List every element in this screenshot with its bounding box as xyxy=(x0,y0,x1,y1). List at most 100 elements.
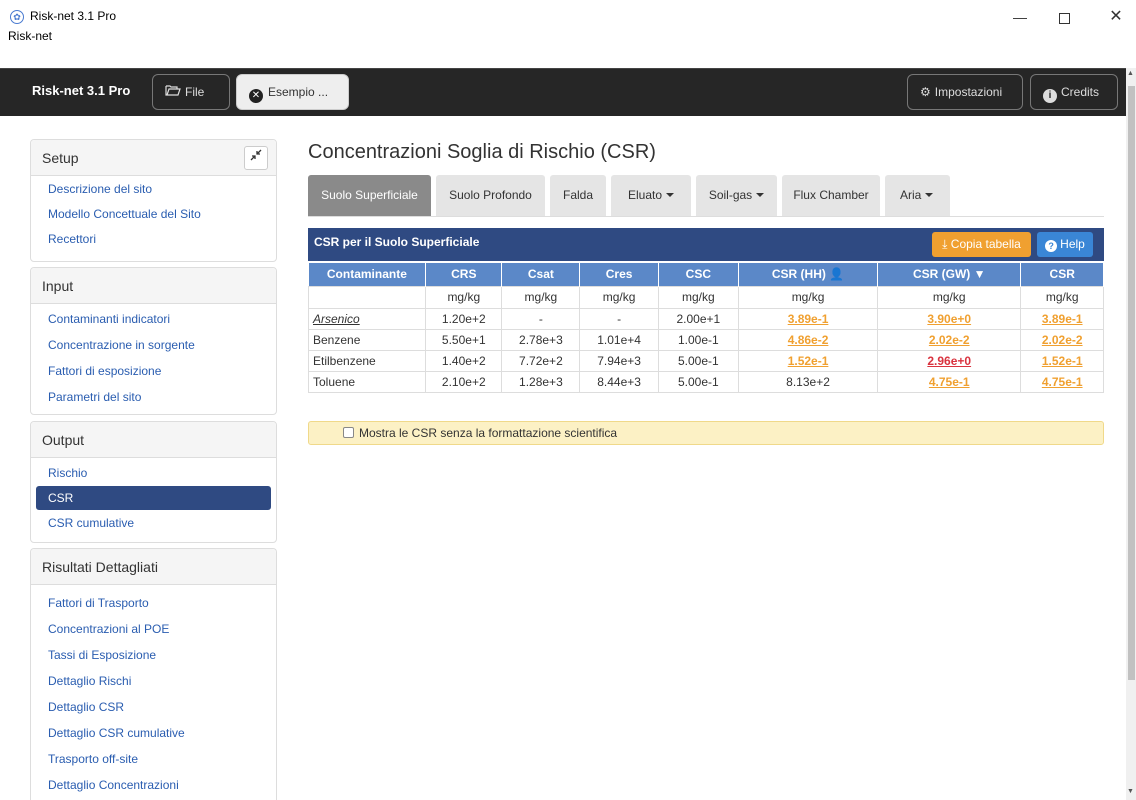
sidebar-item-dettaglio-concentrazioni[interactable]: Dettaglio Concentrazioni xyxy=(31,772,276,798)
maximize-button[interactable] xyxy=(1044,4,1084,30)
unit-cell: mg/kg xyxy=(738,285,879,309)
col-header: CSC xyxy=(658,263,740,286)
sidebar-item-concentrazioni-poe[interactable]: Concentrazioni al POE xyxy=(31,616,276,642)
csr-value-link[interactable]: 3.90e+0 xyxy=(927,312,971,326)
sidebar-item-descrizione[interactable]: Descrizione del sito xyxy=(31,176,276,202)
tab-aria[interactable]: Aria xyxy=(885,175,950,216)
sidebar-item-modello[interactable]: Modello Concettuale del Sito xyxy=(31,202,276,227)
csr-value-link[interactable]: 2.02e-2 xyxy=(929,333,970,347)
table-cell: 1.28e+3 xyxy=(501,370,581,393)
sidebar-item-fattori-trasporto[interactable]: Fattori di Trasporto xyxy=(31,590,276,616)
output-panel: Output Rischio CSR CSR cumulative xyxy=(30,421,277,543)
credits-label: Credits xyxy=(1061,85,1100,99)
sidebar-item-dettaglio-csr[interactable]: Dettaglio CSR xyxy=(31,694,276,720)
tab-eluato-label: Eluato xyxy=(627,188,663,202)
contaminant-cell: Toluene xyxy=(307,370,427,393)
unit-cell: mg/kg xyxy=(877,285,1022,309)
csr-value-link[interactable]: 4.86e-2 xyxy=(788,333,829,347)
sidebar-item-concentrazione[interactable]: Concentrazione in sorgente xyxy=(31,332,276,358)
table-cell: 8.44e+3 xyxy=(579,370,659,393)
table-row: Benzene 5.50e+1 2.78e+3 1.01e+4 1.00e-1 … xyxy=(307,328,1104,351)
sidebar-item-csr-cumulative[interactable]: CSR cumulative xyxy=(31,510,276,536)
risultati-panel-header: Risultati Dettagliati xyxy=(31,549,276,585)
app-icon: ✿ xyxy=(10,10,24,24)
csr-value-link[interactable]: 1.52e-1 xyxy=(1042,354,1083,368)
menu-risk-net[interactable]: Risk-net xyxy=(8,29,52,43)
table-cell: 1.00e-1 xyxy=(657,328,740,351)
file-button[interactable]: File xyxy=(152,74,230,110)
table-title: CSR per il Suolo Superficiale xyxy=(314,235,480,249)
col-header: Csat xyxy=(501,263,581,286)
tab-bar: Suolo Superficiale Suolo Profondo Falda … xyxy=(308,175,1104,217)
table-row: Etilbenzene 1.40e+2 7.72e+2 7.94e+3 5.00… xyxy=(307,349,1104,372)
tab-aria-label: Aria xyxy=(900,188,922,202)
table-cell: 1.52e-1 xyxy=(738,349,879,372)
unit-cell: mg/kg xyxy=(501,285,581,309)
help-button[interactable]: ? Help xyxy=(1037,232,1093,257)
tab-falda[interactable]: Falda xyxy=(550,175,606,216)
csr-value-link[interactable]: 2.02e-2 xyxy=(1042,333,1083,347)
tab-flux-chamber[interactable]: Flux Chamber xyxy=(782,175,880,216)
sidebar-item-rischio[interactable]: Rischio xyxy=(31,460,276,486)
table-cell: 8.13e+2 xyxy=(738,370,879,393)
caret-down-icon xyxy=(666,193,675,197)
table-cell: 3.90e+0 xyxy=(877,307,1022,330)
sidebar-item-fattori-esposizione[interactable]: Fattori di esposizione xyxy=(31,358,276,384)
esempio-button[interactable]: ✕ Esempio ... xyxy=(236,74,349,110)
folder-open-icon xyxy=(165,75,181,109)
csr-value-link[interactable]: 4.75e-1 xyxy=(929,375,970,389)
close-button[interactable]: ✕ xyxy=(1096,4,1136,30)
question-icon: ? xyxy=(1045,240,1058,252)
table-cell: 2.96e+0 xyxy=(877,349,1022,372)
csr-value-link[interactable]: 3.89e-1 xyxy=(1042,312,1083,326)
scroll-down-arrow-icon[interactable]: ▼ xyxy=(1127,788,1134,795)
sidebar-item-dettaglio-csr-cumulative[interactable]: Dettaglio CSR cumulative xyxy=(31,720,276,746)
table-cell: 3.89e-1 xyxy=(738,307,879,330)
sidebar-item-parametri[interactable]: Parametri del sito xyxy=(31,384,276,410)
contaminant-link[interactable]: Arsenico xyxy=(313,312,360,326)
sidebar-item-contaminanti[interactable]: Contaminanti indicatori xyxy=(31,306,276,332)
tab-soil-gas[interactable]: Soil-gas xyxy=(696,175,777,216)
csr-value-link[interactable]: 3.89e-1 xyxy=(788,312,829,326)
user-icon: 👤 xyxy=(829,267,845,282)
setup-title: Setup xyxy=(42,150,79,166)
scrollbar-thumb[interactable] xyxy=(1128,86,1135,680)
scientific-format-checkbox[interactable] xyxy=(343,427,354,438)
table-cell: 1.01e+4 xyxy=(579,328,659,351)
table-cell: 2.02e-2 xyxy=(877,328,1022,351)
table-row: Toluene 2.10e+2 1.28e+3 8.44e+3 5.00e-1 … xyxy=(307,370,1104,393)
risultati-panel: Risultati Dettagliati Fattori di Traspor… xyxy=(30,548,277,800)
tab-eluato[interactable]: Eluato xyxy=(611,175,691,216)
tab-soil-gas-label: Soil-gas xyxy=(708,188,753,202)
csr-value-link[interactable]: 4.75e-1 xyxy=(1042,375,1083,389)
table-cell: 5.50e+1 xyxy=(425,328,503,351)
sidebar-item-recettori[interactable]: Recettori xyxy=(31,227,276,252)
setup-panel: Setup Descrizione del sito Modello Conce… xyxy=(30,139,277,262)
tab-suolo-profondo[interactable]: Suolo Profondo xyxy=(436,175,545,216)
help-label: Help xyxy=(1060,237,1085,251)
collapse-button[interactable] xyxy=(244,146,268,170)
table-cell: 2.10e+2 xyxy=(425,370,503,393)
unit-cell xyxy=(307,285,427,309)
minimize-button[interactable]: — xyxy=(1000,4,1040,30)
sidebar-item-tassi-esposizione[interactable]: Tassi di Esposizione xyxy=(31,642,276,668)
col-header-gw: CSR (GW) ▼ xyxy=(877,263,1022,286)
sidebar-item-trasporto-offsite[interactable]: Trasporto off-site xyxy=(31,746,276,772)
table-cell: 4.75e-1 xyxy=(877,370,1022,393)
filter-icon: ▼ xyxy=(973,267,986,282)
col-header-label: CSR (HH) xyxy=(771,267,826,282)
sidebar-item-csr[interactable]: CSR xyxy=(36,486,271,510)
table-cell: - xyxy=(501,307,581,330)
copy-table-label: Copia tabella xyxy=(950,237,1021,251)
credits-button[interactable]: i Credits xyxy=(1030,74,1118,110)
window-title: Risk-net 3.1 Pro xyxy=(30,9,117,23)
csr-value-link[interactable]: 2.96e+0 xyxy=(927,354,971,368)
copy-table-button[interactable]: ⤓ Copia tabella xyxy=(932,232,1031,257)
tab-suolo-superficiale[interactable]: Suolo Superficiale xyxy=(308,175,431,216)
caret-down-icon xyxy=(756,193,765,197)
csr-value-link[interactable]: 1.52e-1 xyxy=(788,354,829,368)
sidebar-item-dettaglio-rischi[interactable]: Dettaglio Rischi xyxy=(31,668,276,694)
compress-icon xyxy=(250,149,262,161)
impostazioni-button[interactable]: ⚙ Impostazioni xyxy=(907,74,1023,110)
scroll-up-arrow-icon[interactable]: ▲ xyxy=(1127,70,1134,77)
